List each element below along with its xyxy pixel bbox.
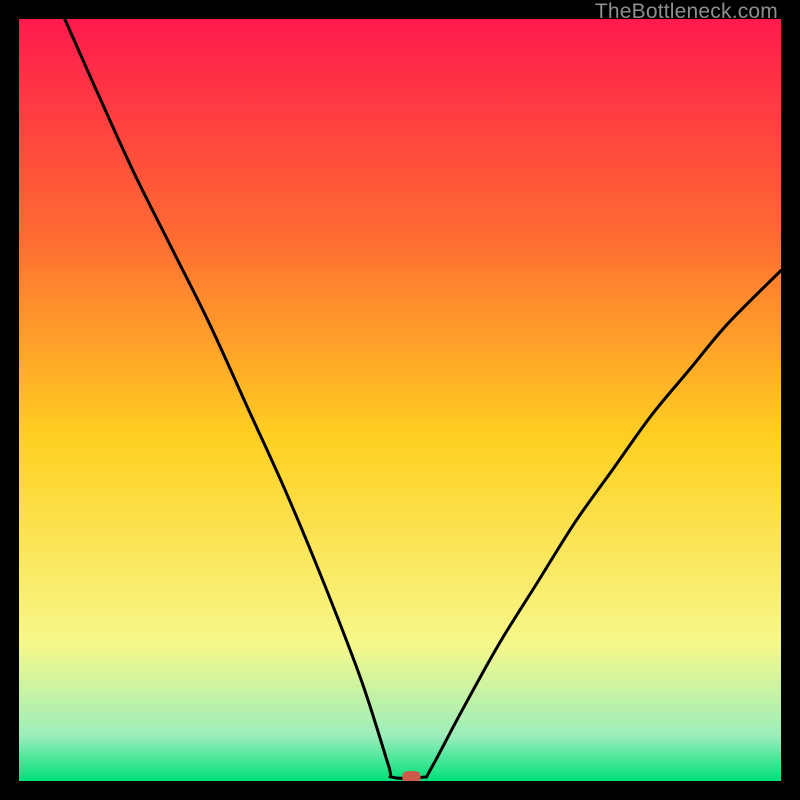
- chart-frame: TheBottleneck.com: [0, 0, 800, 800]
- sweet-spot-marker: [402, 771, 420, 781]
- gradient-background: [19, 19, 781, 781]
- watermark-text: TheBottleneck.com: [595, 0, 778, 24]
- bottleneck-chart: [19, 19, 781, 781]
